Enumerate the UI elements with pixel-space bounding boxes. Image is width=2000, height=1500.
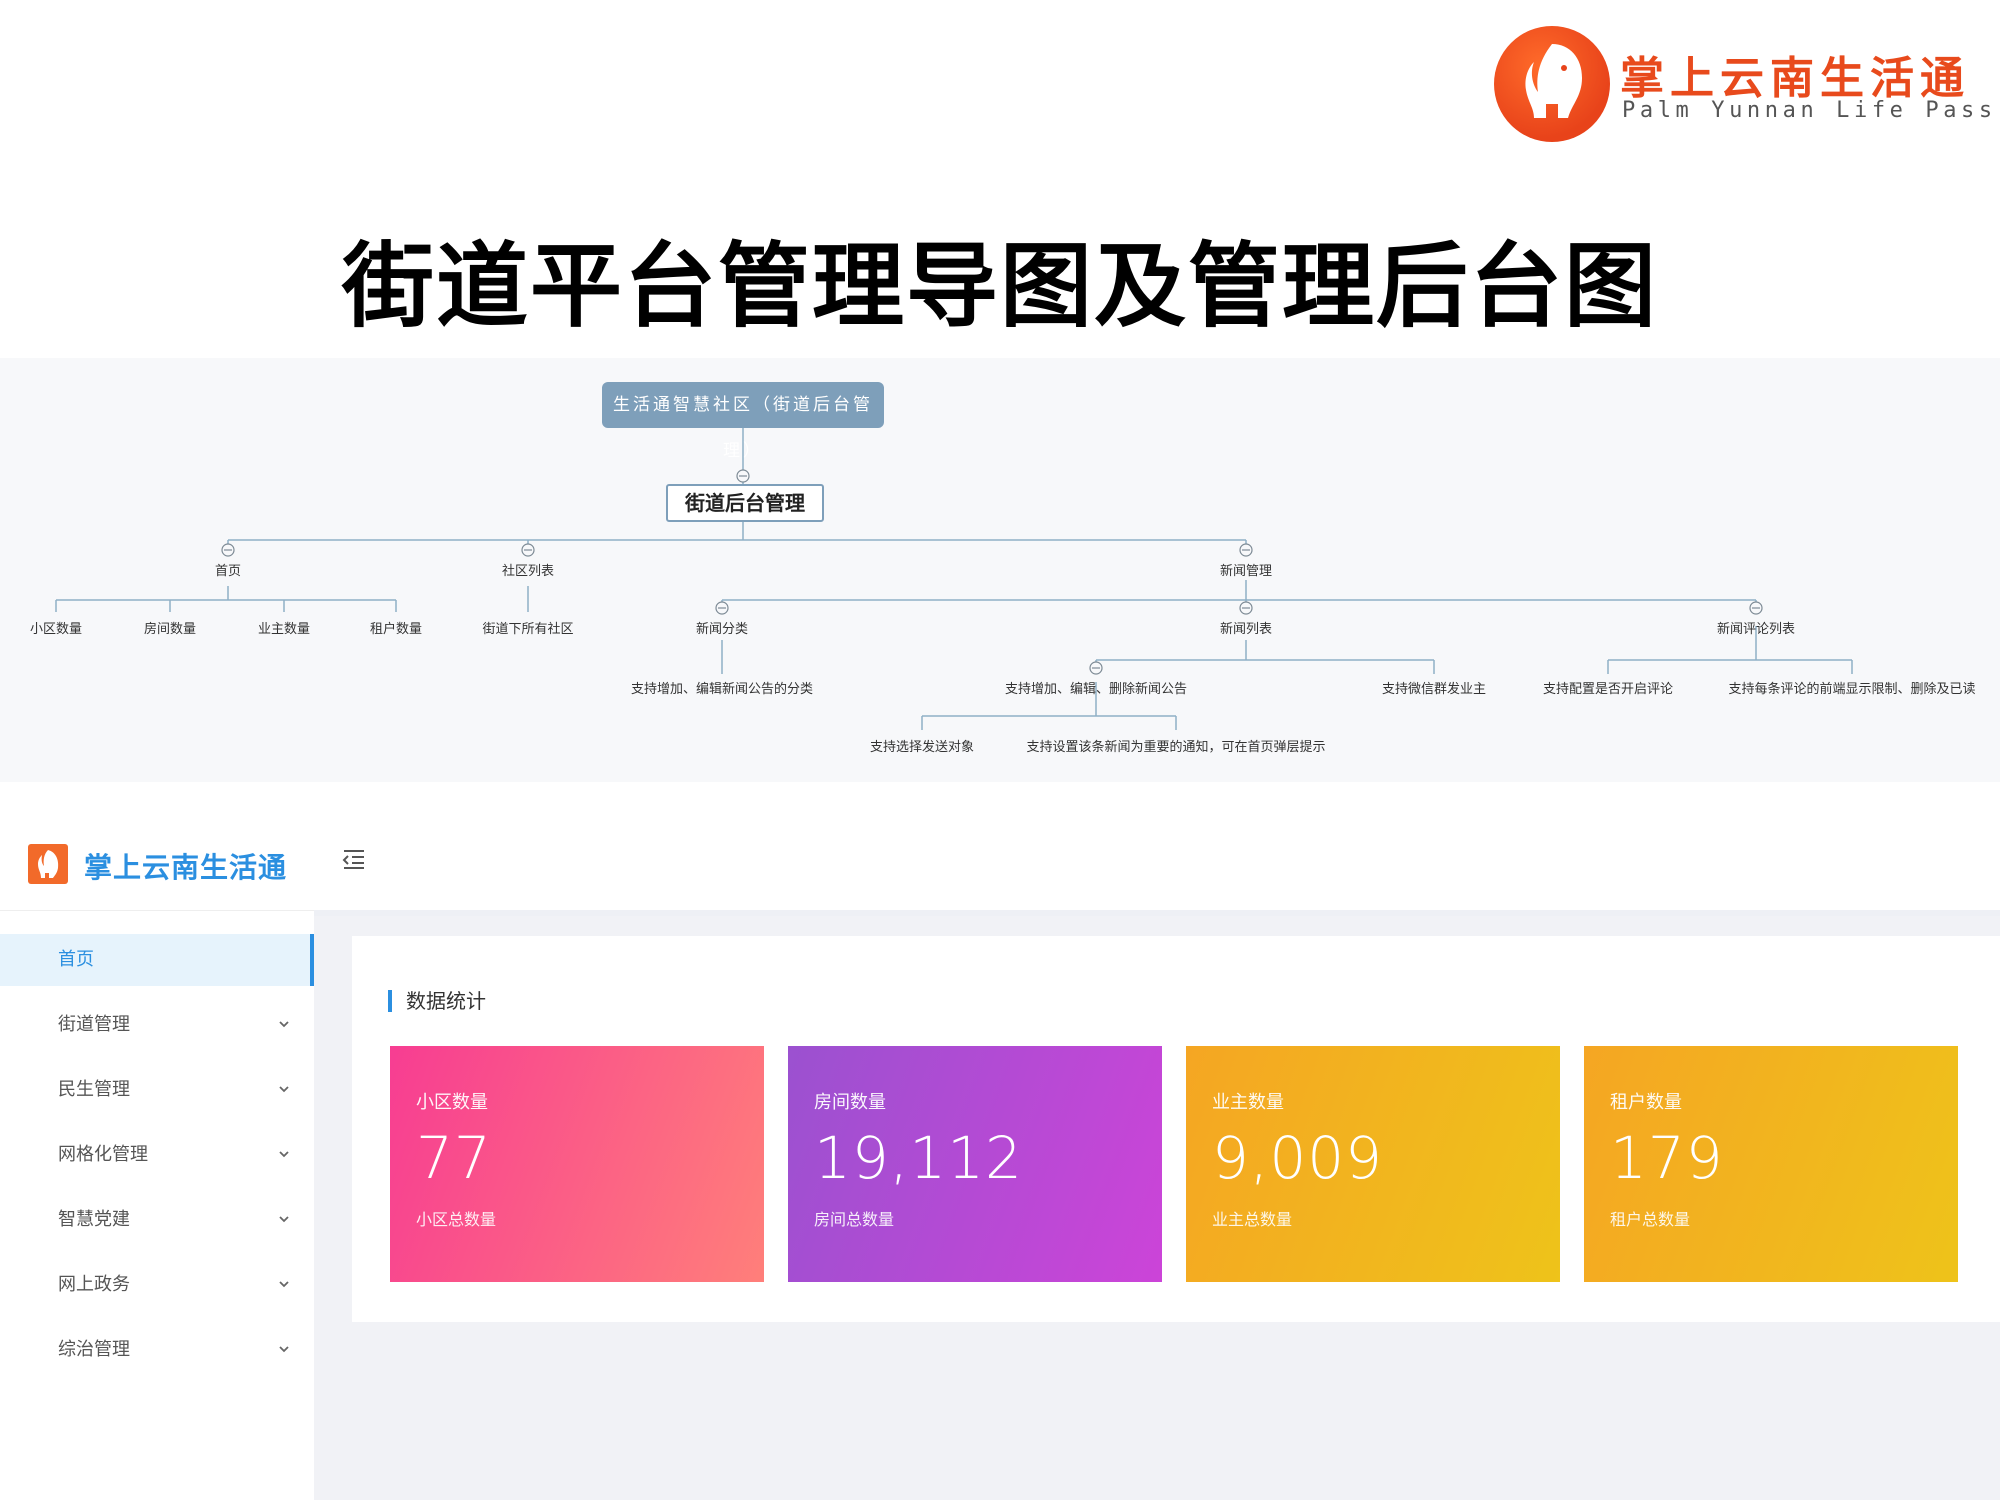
stat-card-rooms[interactable]: 房间数量 19,112 房间总数量 <box>788 1046 1162 1282</box>
mind-map-node: 首页 <box>214 564 242 579</box>
stat-card-label: 小区数量 <box>416 1092 488 1113</box>
brand-logo: 掌上云南生活通 Palm Yunnan Life Pass <box>1494 26 1992 146</box>
stat-card-value: 9,009 <box>1212 1124 1384 1192</box>
stat-card-tenants[interactable]: 租户数量 179 租户总数量 <box>1584 1046 1958 1282</box>
chevron-down-icon <box>279 1281 289 1288</box>
mind-map-root: 生活通智慧社区（街道后台管理） <box>602 382 884 461</box>
sidebar-item-label: 智慧党建 <box>58 1209 130 1230</box>
sidebar-item-label: 网格化管理 <box>58 1144 148 1165</box>
sidebar-item-label: 街道管理 <box>58 1014 130 1035</box>
mind-map-node: 新闻管理 <box>1219 564 1273 579</box>
mind-map-node: 支持增加、编辑、删除新闻公告 <box>1004 682 1188 697</box>
chevron-down-icon <box>279 1021 289 1028</box>
sidebar-menu: 首页 街道管理 民生管理 网格化管理 智慧党建 网上政务 综治管理 <box>0 934 314 1389</box>
mind-map-node: 支持设置该条新闻为重要的通知，可在首页弹层提示 <box>1026 740 1326 755</box>
mind-map-node: 小区数量 <box>29 622 83 637</box>
mind-map-node: 新闻分类 <box>695 622 749 637</box>
mind-map-node: 业主数量 <box>257 622 311 637</box>
mind-map-node: 租户数量 <box>369 622 423 637</box>
mind-map-node: 支持配置是否开启评论 <box>1542 682 1674 697</box>
section-title: 数据统计 <box>388 990 486 1012</box>
main-content: 数据统计 小区数量 77 小区总数量 房间数量 19,112 房间总数量 业主数… <box>314 916 2000 1500</box>
mind-map-node: 社区列表 <box>501 564 555 579</box>
mind-map: 生活通智慧社区（街道后台管理） 街道后台管理 首页 社区列表 新闻管理 小区数量… <box>0 358 2000 782</box>
mind-map-node: 新闻评论列表 <box>1716 622 1796 637</box>
sidebar-item-label: 综治管理 <box>58 1339 130 1360</box>
sidebar: 掌上云南生活通 首页 街道管理 民生管理 网格化管理 智慧党建 网上政务 综治管… <box>0 800 315 1500</box>
chevron-down-icon <box>279 1346 289 1353</box>
slide-title: 街道平台管理导图及管理后台图 <box>341 233 1658 340</box>
elephant-logo-icon <box>1494 26 1610 142</box>
sidebar-item-smart-party-building[interactable]: 智慧党建 <box>0 1194 314 1246</box>
app-logo-icon <box>28 844 68 884</box>
sidebar-item-grid-management[interactable]: 网格化管理 <box>0 1129 314 1181</box>
mind-map-node: 房间数量 <box>143 622 197 637</box>
mind-map-node: 新闻列表 <box>1219 622 1273 637</box>
sidebar-item-home[interactable]: 首页 <box>0 934 314 986</box>
sidebar-item-label: 民生管理 <box>58 1079 130 1100</box>
stat-card-subtitle: 小区总数量 <box>416 1210 497 1229</box>
chevron-down-icon <box>279 1216 289 1223</box>
sidebar-divider <box>0 910 314 911</box>
mind-map-node: 支持增加、编辑新闻公告的分类 <box>630 682 814 697</box>
mind-map-connectors <box>55 428 1853 730</box>
sidebar-item-street-management[interactable]: 街道管理 <box>0 999 314 1051</box>
stat-card-subtitle: 业主总数量 <box>1212 1210 1293 1229</box>
stat-card-subtitle: 房间总数量 <box>814 1210 895 1229</box>
stat-card-value: 19,112 <box>814 1124 1023 1192</box>
mind-map-node: 支持选择发送对象 <box>869 740 975 755</box>
mind-map-admin-node: 街道后台管理 <box>666 484 824 522</box>
chevron-down-icon <box>279 1151 289 1158</box>
chevron-down-icon <box>279 1086 289 1093</box>
sidebar-item-label: 网上政务 <box>58 1274 130 1295</box>
stat-card-value: 179 <box>1610 1124 1724 1192</box>
top-bar <box>314 800 2000 916</box>
stats-panel: 数据统计 小区数量 77 小区总数量 房间数量 19,112 房间总数量 业主数… <box>352 936 2000 1322</box>
brand-name-cn: 掌上云南生活通 <box>1620 53 1970 104</box>
stat-card-subtitle: 租户总数量 <box>1610 1210 1691 1229</box>
brand-name-en: Palm Yunnan Life Pass <box>1622 98 1997 123</box>
stat-card-label: 租户数量 <box>1610 1092 1682 1113</box>
stat-card-label: 业主数量 <box>1212 1092 1284 1113</box>
sidebar-item-livelihood-management[interactable]: 民生管理 <box>0 1064 314 1116</box>
stat-card-communities[interactable]: 小区数量 77 小区总数量 <box>390 1046 764 1282</box>
sidebar-item-online-government[interactable]: 网上政务 <box>0 1259 314 1311</box>
mind-map-node: 支持每条评论的前端显示限制、删除及已读 <box>1728 682 1976 697</box>
menu-collapse-icon[interactable] <box>342 848 366 870</box>
mind-map-node: 支持微信群发业主 <box>1381 682 1487 697</box>
admin-dashboard: 掌上云南生活通 首页 街道管理 民生管理 网格化管理 智慧党建 网上政务 综治管… <box>0 800 2000 1500</box>
stat-card-value: 77 <box>416 1124 492 1192</box>
sidebar-item-comprehensive-management[interactable]: 综治管理 <box>0 1324 314 1376</box>
sidebar-item-label: 首页 <box>58 949 94 970</box>
mind-map-node: 街道下所有社区 <box>482 622 574 637</box>
app-title: 掌上云南生活通 <box>84 851 288 884</box>
stat-card-label: 房间数量 <box>814 1092 886 1113</box>
stat-card-owners[interactable]: 业主数量 9,009 业主总数量 <box>1186 1046 1560 1282</box>
